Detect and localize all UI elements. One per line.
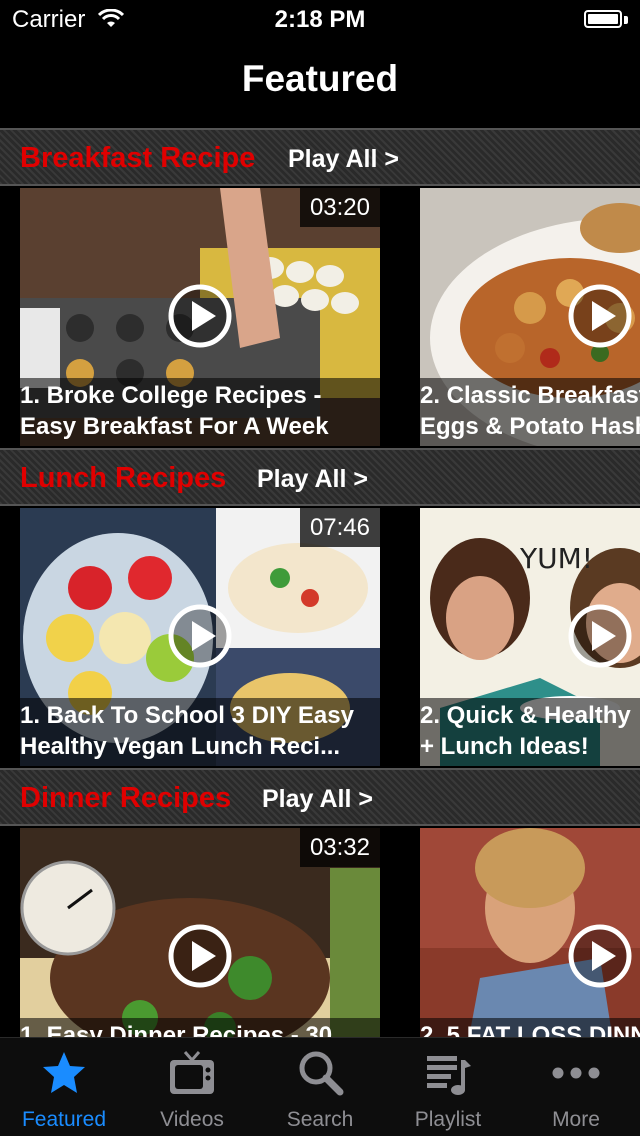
video-title-line1: 2. Classic Breakfast (420, 382, 640, 409)
play-all-button[interactable]: Play All > (288, 145, 399, 174)
tab-featured[interactable]: Featured (0, 1038, 128, 1136)
video-caption: 2. Classic Breakfast Eggs & Potato Hash (420, 378, 640, 446)
video-title-line2: Eggs & Potato Hash (420, 413, 640, 440)
video-row[interactable]: 03:20 1. Broke College Recipes - Easy Br… (0, 186, 640, 448)
page-title: Featured (241, 58, 399, 99)
playlist-icon (427, 1056, 471, 1095)
tv-icon (170, 1051, 214, 1094)
status-bar: Carrier 2:18 PM (0, 0, 640, 40)
tab-more[interactable]: More (512, 1038, 640, 1136)
video-duration: 07:46 (299, 508, 380, 547)
status-time: 2:18 PM (274, 6, 366, 33)
section-header: Dinner Recipes Play All > (0, 768, 640, 826)
video-duration: 03:20 (299, 188, 380, 227)
video-title-line1: 1. Broke College Recipes - (20, 382, 322, 409)
tab-label: More (552, 1108, 600, 1131)
video-card[interactable]: YUM! 2. Quick & Healthy + Lunch Ideas! (420, 508, 640, 766)
video-title-line2: Easy Breakfast For A Week (20, 413, 329, 440)
play-all-button[interactable]: Play All > (262, 785, 373, 814)
tab-search[interactable]: Search (256, 1038, 384, 1136)
section-dinner: Dinner Recipes Play All > 03:32 1. Easy … (0, 768, 640, 1038)
video-caption: 1. Broke College Recipes - Easy Breakfas… (20, 378, 380, 446)
video-row[interactable]: 03:32 1. Easy Dinner Recipes - 30 2. 5 F… (0, 826, 640, 1038)
section-title: Lunch Recipes (20, 462, 227, 494)
video-title-line1: 1. Back To School 3 DIY Easy (20, 702, 354, 729)
video-card[interactable]: 2. Classic Breakfast Eggs & Potato Hash (420, 188, 640, 446)
search-icon (299, 1051, 344, 1096)
video-title-line1: 1. Easy Dinner Recipes - 30 (20, 1022, 333, 1038)
video-title-line1: 2. 5 FAT LOSS DINNER (420, 1022, 640, 1038)
play-icon[interactable] (568, 284, 632, 348)
video-title-line1: 2. Quick & Healthy (420, 702, 631, 729)
tab-bar: Featured Videos Search Playlist More (0, 1037, 640, 1136)
more-icon (552, 1067, 600, 1079)
video-duration: 03:32 (299, 828, 380, 867)
tab-playlist[interactable]: Playlist (384, 1038, 512, 1136)
section-title: Dinner Recipes (20, 782, 232, 814)
video-title-line2: Healthy Vegan Lunch Reci... (20, 733, 341, 760)
tab-label: Videos (160, 1108, 224, 1131)
play-icon[interactable] (168, 284, 232, 348)
play-icon[interactable] (568, 604, 632, 668)
section-title: Breakfast Recipe (20, 142, 256, 174)
featured-list[interactable]: Breakfast Recipe Play All > 03:20 1. Bro… (0, 128, 640, 1038)
section-breakfast: Breakfast Recipe Play All > 03:20 1. Bro… (0, 128, 640, 448)
video-card[interactable]: 03:32 1. Easy Dinner Recipes - 30 (20, 828, 380, 1038)
section-header: Lunch Recipes Play All > (0, 448, 640, 506)
tab-label: Search (286, 1108, 354, 1131)
video-caption: 1. Back To School 3 DIY Easy Healthy Veg… (20, 698, 380, 766)
tab-label: Playlist (414, 1108, 482, 1131)
video-title-line2: + Lunch Ideas! (420, 733, 589, 760)
video-card[interactable]: 07:46 1. Back To School 3 DIY Easy Healt… (20, 508, 380, 766)
section-header: Breakfast Recipe Play All > (0, 128, 640, 186)
play-all-button[interactable]: Play All > (257, 465, 368, 494)
play-icon[interactable] (568, 924, 632, 988)
section-lunch: Lunch Recipes Play All > 07:46 1. Back T… (0, 448, 640, 768)
tab-videos[interactable]: Videos (128, 1038, 256, 1136)
svg-text:YUM!: YUM! (519, 542, 593, 575)
play-icon[interactable] (168, 604, 232, 668)
video-card[interactable]: 2. 5 FAT LOSS DINNER (420, 828, 640, 1038)
video-caption: 2. 5 FAT LOSS DINNER (420, 1018, 640, 1038)
video-caption: 1. Easy Dinner Recipes - 30 (20, 1018, 380, 1038)
video-caption: 2. Quick & Healthy + Lunch Ideas! (420, 698, 640, 766)
tab-label: Featured (21, 1108, 107, 1131)
star-icon (43, 1052, 85, 1093)
video-card[interactable]: 03:20 1. Broke College Recipes - Easy Br… (20, 188, 380, 446)
video-row[interactable]: 07:46 1. Back To School 3 DIY Easy Healt… (0, 506, 640, 768)
battery-icon (584, 10, 628, 30)
play-icon[interactable] (168, 924, 232, 988)
